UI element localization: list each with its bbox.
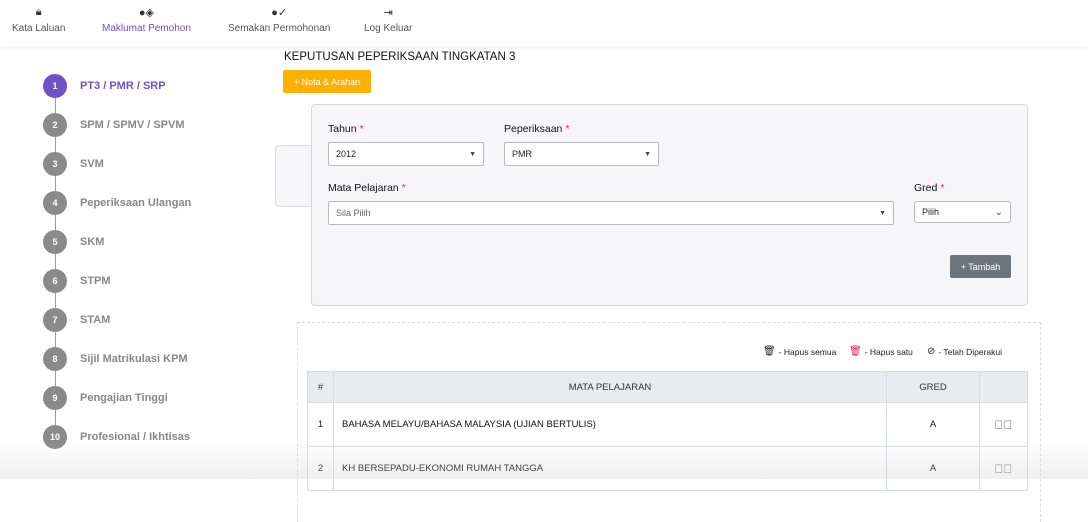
step-item[interactable]: 5 SKM [43, 230, 104, 254]
peperiksaan-select[interactable]: PMR ▼ [504, 142, 659, 166]
step-connector [55, 332, 56, 347]
tambah-button[interactable]: + Tambah [950, 255, 1011, 278]
step-label: Sijil Matrikulasi KPM [80, 353, 188, 365]
step-number: 2 [43, 113, 67, 137]
sign-out-icon: ⇥ [383, 7, 393, 19]
form-panel: Tahun * 2012 ▼ Peperiksaan * PMR ▼ Mata Pela… [311, 104, 1028, 306]
row-number: 1 [307, 402, 334, 447]
step-connector [55, 98, 56, 113]
table-row: 1 BAHASA MELAYU/BAHASA MALAYSIA (UJIAN BE… [307, 402, 1028, 447]
trash-icon: 🗑︎ [763, 346, 776, 357]
step-label: SPM / SPMV / SPVM [80, 119, 185, 131]
step-connector [55, 410, 56, 425]
caret-down-icon: ▼ [879, 209, 886, 217]
col-no: # [307, 371, 334, 403]
tahun-select[interactable]: 2012 ▼ [328, 142, 484, 166]
user-shield-icon: ●◈ [138, 7, 155, 19]
gred-label: Gred * [914, 182, 945, 194]
step-label: SVM [80, 158, 104, 170]
panel-tab [275, 145, 315, 207]
row-subject: KH BERSEPADU-EKONOMI RUMAH TANGGA [333, 446, 887, 491]
nav-maklumat-pemohon[interactable]: ●◈ Maklumat Pemohon [102, 6, 191, 34]
chevron-down-icon: ⌄ [994, 206, 1003, 218]
row-grade: A [886, 402, 980, 447]
mata-pelajaran-label: Mata Pelajaran * [328, 182, 406, 194]
trash-red-icon: 🗑︎ [849, 346, 862, 357]
step-number: 1 [43, 74, 67, 98]
step-label: STPM [80, 275, 111, 287]
peperiksaan-label: Peperiksaan * [504, 123, 570, 135]
step-item[interactable]: 4 Peperiksaan Ulangan [43, 191, 191, 215]
caret-down-icon: ▼ [644, 150, 651, 158]
col-mata-pelajaran: MATA PELAJARAN [333, 371, 887, 403]
caret-down-icon: ▼ [469, 150, 476, 158]
mata-pelajaran-select[interactable]: Sila Pilih ▼ [328, 201, 894, 225]
nota-arahan-button[interactable]: + Nota & Arahan [283, 70, 371, 93]
step-connector [55, 371, 56, 386]
col-action [979, 371, 1028, 403]
nav-semakan-permohonan[interactable]: ●✓ Semakan Permohonan [228, 6, 330, 34]
step-label: Profesional / Ikhtisas [80, 431, 191, 443]
step-label: Pengajian Tinggi [80, 392, 168, 404]
check-circle-icon: ⊘ [927, 346, 936, 357]
step-item[interactable]: 9 Pengajian Tinggi [43, 386, 168, 410]
step-number: 8 [43, 347, 67, 371]
results-table: # MATA PELAJARAN GRED 1 BAHASA MELAYU/BAH… [307, 371, 1028, 491]
step-number: 6 [43, 269, 67, 293]
col-gred: GRED [886, 371, 980, 403]
legend-telah-diperakui: ⊘ - Telah Diperakui [927, 346, 1003, 357]
check-circle-icon[interactable]: ✓⃝ [979, 402, 1028, 447]
step-label: PT3 / PMR / SRP [80, 80, 166, 92]
step-label: STAM [80, 314, 111, 326]
row-number: 2 [307, 446, 334, 491]
row-subject: BAHASA MELAYU/BAHASA MALAYSIA (UJIAN BER… [333, 402, 887, 447]
legend-hapus-semua: 🗑︎ - Hapus semua [763, 346, 837, 357]
page-title: KEPUTUSAN PEPERIKSAAN TINGKATAN 3 [284, 51, 516, 63]
lock-icon: 🔒︎ [35, 6, 42, 18]
step-item[interactable]: 1 PT3 / PMR / SRP [43, 74, 166, 98]
step-number: 3 [43, 152, 67, 176]
row-grade: A [886, 446, 980, 491]
step-number: 7 [43, 308, 67, 332]
step-number: 4 [43, 191, 67, 215]
step-number: 5 [43, 230, 67, 254]
step-item[interactable]: 7 STAM [43, 308, 110, 332]
gred-select[interactable]: Pilih ⌄ [914, 201, 1011, 223]
step-label: Peperiksaan Ulangan [80, 197, 192, 209]
step-item[interactable]: 8 Sijil Matrikulasi KPM [43, 347, 188, 371]
check-circle-icon[interactable]: ✓⃝ [979, 446, 1028, 491]
step-number: 9 [43, 386, 67, 410]
nav-log-keluar[interactable]: ⇥ Log Keluar [364, 6, 412, 34]
user-check-icon: ●✓ [271, 7, 288, 19]
step-connector [55, 176, 56, 191]
top-nav: 🔒︎ Kata Laluan ●◈ Maklumat Pemohon ●✓ Semak… [0, 0, 1088, 46]
legend-hapus-satu: 🗑︎ - Hapus satu [849, 346, 913, 357]
step-item[interactable]: 10 Profesional / Ikhtisas [43, 425, 190, 449]
step-connector [55, 215, 56, 230]
tahun-label: Tahun * [328, 123, 364, 135]
step-connector [55, 254, 56, 269]
step-item[interactable]: 2 SPM / SPMV / SPVM [43, 113, 185, 137]
step-connector [55, 137, 56, 152]
nav-kata-laluan[interactable]: 🔒︎ Kata Laluan [12, 6, 65, 34]
step-number: 10 [43, 425, 67, 449]
step-label: SKM [80, 236, 105, 248]
step-item[interactable]: 3 SVM [43, 152, 104, 176]
step-connector [55, 293, 56, 308]
step-item[interactable]: 6 STPM [43, 269, 111, 293]
table-row: 2 KH BERSEPADU-EKONOMI RUMAH TANGGA A ✓⃝ [307, 446, 1028, 491]
